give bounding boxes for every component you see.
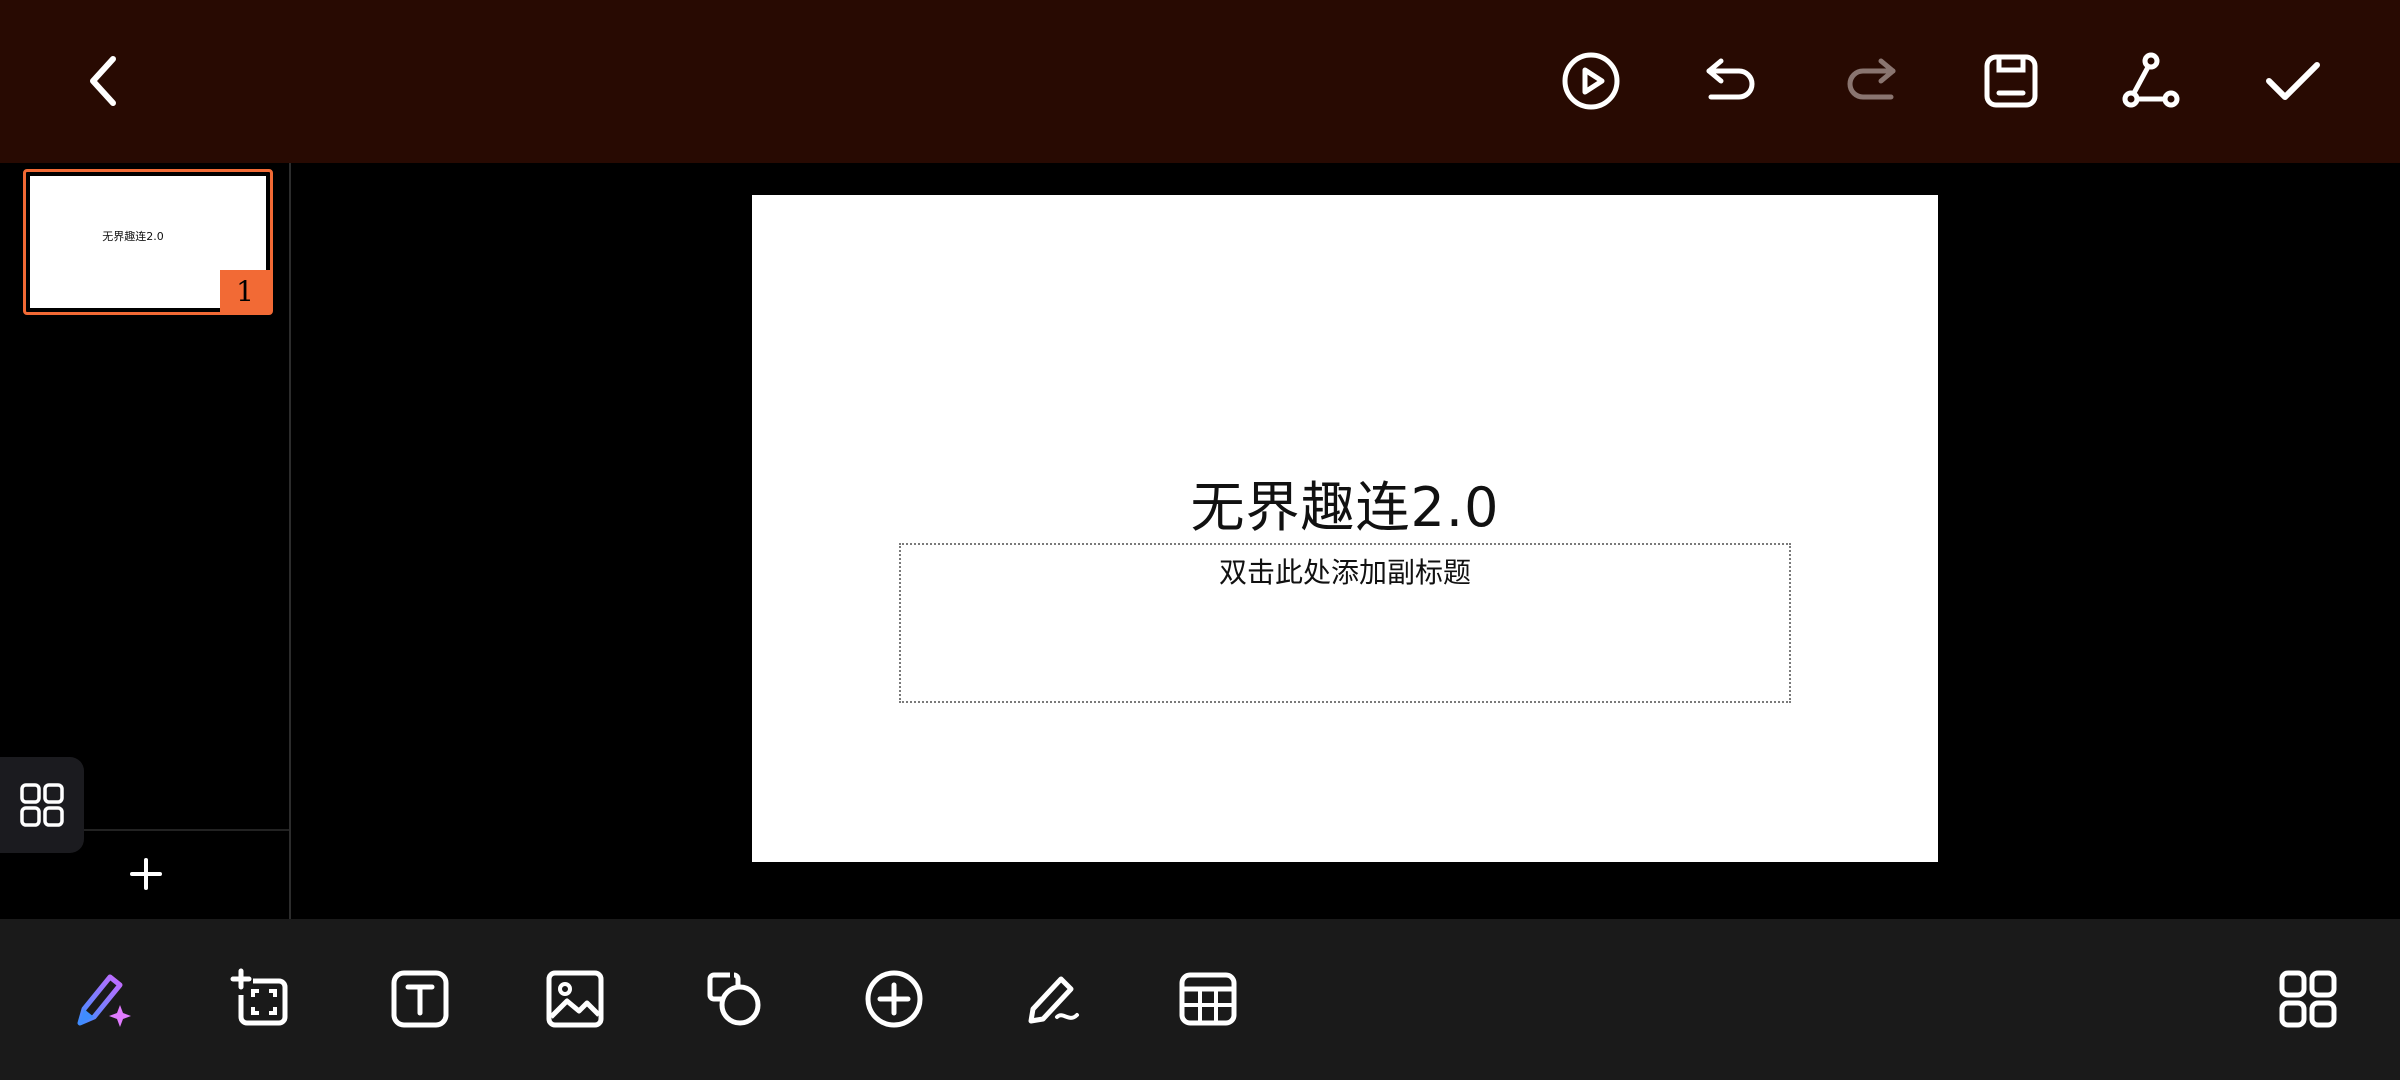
redo-icon bbox=[1847, 58, 1896, 100]
undo-button[interactable] bbox=[1691, 41, 1771, 121]
back-icon bbox=[90, 56, 116, 106]
more-tools-button[interactable] bbox=[2268, 959, 2348, 1039]
slide-thumbnail-1[interactable]: 无界趣连2.0 1 bbox=[23, 169, 273, 315]
ai-assistant-button[interactable] bbox=[62, 959, 142, 1039]
pen-icon bbox=[1028, 976, 1079, 1024]
insert-icon bbox=[865, 970, 923, 1028]
redo-button[interactable] bbox=[1831, 41, 1911, 121]
image-icon bbox=[546, 970, 604, 1028]
back-button[interactable] bbox=[65, 41, 145, 121]
slide-thumbnail-title: 无界趣连2.0 bbox=[102, 230, 164, 243]
bottom-toolbar bbox=[0, 919, 2400, 1080]
add-frame-button[interactable] bbox=[221, 959, 301, 1039]
shapes-icon bbox=[707, 972, 761, 1026]
save-button[interactable] bbox=[1971, 41, 2051, 121]
confirm-button[interactable] bbox=[2253, 41, 2333, 121]
slides-panel: 无界趣连2.0 1 bbox=[0, 163, 291, 919]
insert-text-button[interactable] bbox=[380, 959, 460, 1039]
share-button[interactable] bbox=[2111, 41, 2191, 121]
save-icon bbox=[1984, 54, 2038, 108]
slide-canvas[interactable]: 无界趣连2.0 双击此处添加副标题 bbox=[752, 195, 1938, 862]
insert-table-button[interactable] bbox=[1168, 959, 1248, 1039]
draw-button[interactable] bbox=[1013, 959, 1093, 1039]
subtitle-placeholder-box[interactable]: 双击此处添加副标题 bbox=[899, 543, 1791, 703]
plus-icon bbox=[130, 858, 162, 890]
grid-icon bbox=[20, 783, 64, 827]
undo-icon bbox=[1706, 58, 1755, 100]
add-slide-frame-icon bbox=[230, 968, 288, 1026]
play-button[interactable] bbox=[1551, 41, 1631, 121]
more-grid-icon bbox=[2279, 970, 2337, 1028]
slide-thumbnail-preview: 无界趣连2.0 1 bbox=[30, 176, 270, 312]
top-toolbar bbox=[0, 0, 2400, 163]
play-icon bbox=[1562, 52, 1620, 110]
ai-pen-icon bbox=[77, 974, 131, 1027]
slide-number-badge: 1 bbox=[220, 270, 270, 312]
insert-image-button[interactable] bbox=[535, 959, 615, 1039]
check-icon bbox=[2266, 62, 2320, 100]
panel-divider bbox=[84, 829, 289, 831]
insert-shape-button[interactable] bbox=[694, 959, 774, 1039]
table-icon bbox=[1179, 972, 1237, 1026]
slide-grid-view-button[interactable] bbox=[0, 757, 84, 853]
insert-more-button[interactable] bbox=[854, 959, 934, 1039]
slide-title[interactable]: 无界趣连2.0 bbox=[752, 463, 1938, 542]
text-box-icon bbox=[391, 970, 449, 1028]
share-icon bbox=[2122, 52, 2180, 108]
subtitle-placeholder-text: 双击此处添加副标题 bbox=[1218, 556, 1471, 589]
add-slide-button[interactable] bbox=[118, 846, 174, 902]
